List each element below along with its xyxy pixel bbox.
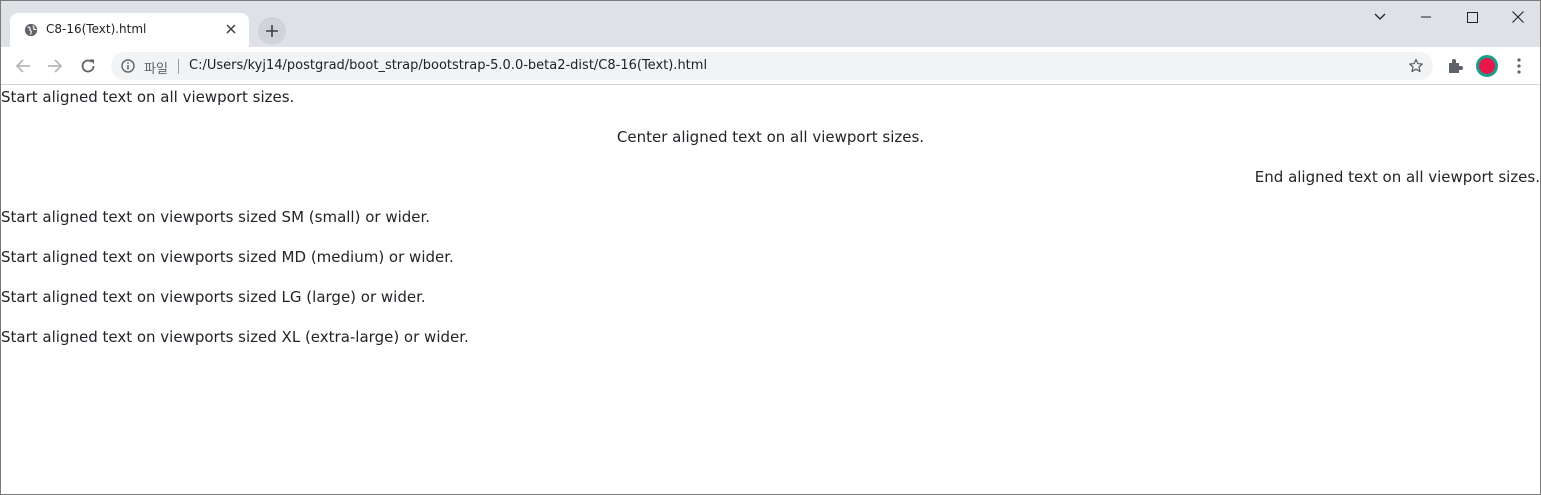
bookmark-star-icon[interactable] [1408, 58, 1424, 74]
new-tab-button[interactable] [258, 17, 286, 45]
text-center-all: Center aligned text on all viewport size… [616, 128, 925, 146]
maximize-icon [1466, 11, 1478, 23]
close-window-button[interactable] [1495, 3, 1541, 31]
address-bar[interactable]: 파일 C:/Users/kyj14/postgrad/boot_strap/bo… [111, 52, 1433, 80]
arrow-left-icon [15, 59, 30, 73]
maximize-button[interactable] [1449, 3, 1495, 31]
browser-tab[interactable]: C8-16(Text).html [10, 13, 249, 47]
more-vertical-icon [1517, 58, 1521, 74]
text-start-sm: Start aligned text on viewports sized SM… [1, 208, 431, 226]
back-button[interactable] [9, 52, 37, 80]
chevron-down-icon [1374, 13, 1386, 20]
text-start-all: Start aligned text on all viewport sizes… [1, 88, 295, 106]
reload-button[interactable] [74, 52, 102, 80]
profile-avatar[interactable] [1476, 55, 1498, 77]
tab-title: C8-16(Text).html [46, 22, 147, 36]
text-end-all: End aligned text on all viewport sizes. [1254, 168, 1540, 186]
browser-toolbar: 파일 C:/Users/kyj14/postgrad/boot_strap/bo… [1, 47, 1540, 85]
text-start-md: Start aligned text on viewports sized MD… [1, 248, 454, 266]
reload-icon [81, 59, 95, 73]
text-start-xl: Start aligned text on viewports sized XL… [1, 328, 469, 346]
tab-close-icon[interactable] [222, 20, 240, 38]
tab-search-button[interactable] [1357, 3, 1403, 31]
address-separator [178, 59, 179, 74]
info-icon[interactable] [121, 59, 135, 73]
url-text[interactable]: C:/Users/kyj14/postgrad/boot_strap/boots… [189, 58, 707, 73]
extensions-puzzle-icon[interactable] [1445, 56, 1465, 76]
browser-menu-button[interactable] [1509, 56, 1529, 76]
scheme-label: 파일 [144, 62, 168, 77]
text-start-lg: Start aligned text on viewports sized LG… [1, 288, 426, 306]
globe-icon [24, 23, 38, 37]
minimize-icon [1421, 16, 1431, 18]
plus-icon [266, 25, 278, 37]
title-bar: C8-16(Text).html [1, 1, 1540, 47]
forward-button[interactable] [41, 52, 69, 80]
minimize-button[interactable] [1403, 3, 1449, 31]
page-content: Start aligned text on all viewport sizes… [1, 86, 1540, 366]
close-icon [1512, 11, 1524, 23]
arrow-right-icon [48, 59, 63, 73]
